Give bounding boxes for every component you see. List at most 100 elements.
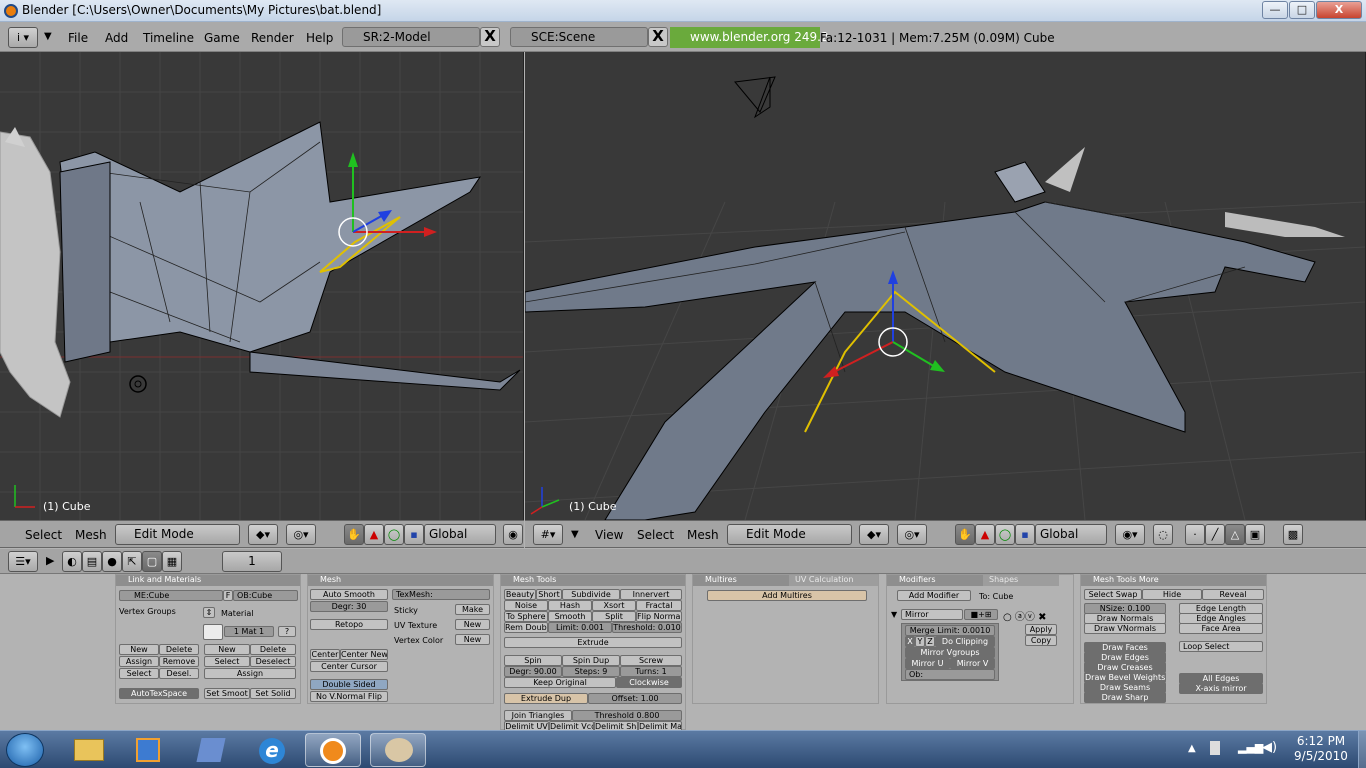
object-datablock-field[interactable]: OB:Cube	[233, 590, 298, 601]
right-translate-icon[interactable]: ▲	[975, 524, 995, 545]
material-slot-field[interactable]: 1 Mat 1	[224, 626, 274, 637]
fake-user-button[interactable]: F	[223, 590, 233, 601]
left-menu-select[interactable]: Select	[25, 528, 62, 542]
vgroup-remove-button[interactable]: Remove	[159, 656, 199, 667]
threshold-field[interactable]: Threshold: 0.010	[612, 622, 682, 633]
offset-field[interactable]: Offset: 1.00	[588, 693, 682, 704]
keep-original-toggle[interactable]: Keep Original	[504, 677, 616, 688]
vertex-color-new-button[interactable]: New	[455, 634, 490, 645]
draw-sharp-toggle[interactable]: Draw Sharp	[1084, 692, 1166, 703]
vertex-select-icon[interactable]: ·	[1185, 524, 1205, 545]
hash-button[interactable]: Hash	[548, 600, 592, 611]
blender-version-link[interactable]: www.blender.org 249.2	[670, 27, 829, 48]
mirror-object-field[interactable]: Ob:	[905, 669, 995, 680]
xaxis-mirror-toggle[interactable]: X-axis mirror	[1179, 683, 1263, 694]
set-smooth-button[interactable]: Set Smoot	[204, 688, 250, 699]
menu-timeline[interactable]: Timeline	[143, 31, 194, 45]
collapse-triangle-icon[interactable]: ▼	[44, 31, 52, 42]
subdivide-button[interactable]: Subdivide	[562, 589, 620, 600]
left-scale-icon[interactable]: ▪	[404, 524, 424, 545]
autotexspace-toggle[interactable]: AutoTexSpace	[119, 688, 199, 699]
add-multires-button[interactable]: Add Multires	[707, 590, 867, 601]
left-manipulator-hand-icon[interactable]: ✋	[344, 524, 364, 545]
tab-uv-calculation[interactable]: UV Calculation	[789, 575, 878, 586]
extrude-button[interactable]: Extrude	[504, 637, 682, 648]
material-delete-button[interactable]: Delete	[250, 644, 296, 655]
paint-app-taskbar-icon[interactable]	[183, 733, 239, 767]
menu-file[interactable]: File	[68, 31, 88, 45]
left-proportional-icon[interactable]: ◉	[503, 524, 523, 545]
material-browse-button[interactable]: ⇕	[203, 607, 215, 618]
tab-shapes[interactable]: Shapes	[983, 575, 1059, 586]
material-assign-button[interactable]: Assign	[204, 668, 296, 679]
right-mode-dropdown[interactable]: Edit Mode	[727, 524, 852, 545]
vgroup-new-button[interactable]: New	[119, 644, 159, 655]
spin-steps-field[interactable]: Steps: 9	[562, 666, 620, 677]
edge-select-icon[interactable]: ╱	[1205, 524, 1225, 545]
beauty-toggle[interactable]: Beauty	[504, 589, 536, 600]
left-pivot-icon[interactable]: ◎▾	[286, 524, 316, 545]
right-pivot-icon[interactable]: ◎▾	[897, 524, 927, 545]
draw-vnormals-toggle[interactable]: Draw VNormals	[1084, 623, 1166, 634]
right-draw-type-icon[interactable]: ◆▾	[859, 524, 889, 545]
maximize-button[interactable]: □	[1289, 1, 1315, 19]
left-orientation-dropdown[interactable]: Global	[424, 524, 496, 545]
right-menu-select[interactable]: Select	[637, 528, 674, 542]
mirror-v-toggle[interactable]: Mirror V	[950, 658, 995, 669]
right-menu-view[interactable]: View	[595, 528, 623, 542]
right-scale-icon[interactable]: ▪	[1015, 524, 1035, 545]
object-context-icon[interactable]: ⇱	[122, 551, 142, 572]
window-type-buttons-icon[interactable]: ☰▾	[8, 551, 38, 572]
menu-render[interactable]: Render	[251, 31, 294, 45]
menu-add[interactable]: Add	[105, 31, 128, 45]
device-tray-icon[interactable]	[1210, 741, 1220, 755]
viewport-left[interactable]: (1) Cube	[0, 52, 524, 520]
screen-select-field[interactable]: SR:2-Model	[342, 27, 480, 47]
auto-smooth-degr-field[interactable]: Degr: 30	[310, 601, 388, 612]
window-type-3dview-icon[interactable]: #▾	[533, 524, 563, 545]
hide-button[interactable]: Hide	[1142, 589, 1202, 600]
right-proportional-icon[interactable]: ◉▾	[1115, 524, 1145, 545]
limit-visible-icon[interactable]: ▣	[1245, 524, 1265, 545]
limit-field[interactable]: Limit: 0.001	[548, 622, 612, 633]
face-area-toggle[interactable]: Face Area	[1179, 623, 1263, 634]
render-preview-icon[interactable]: ▩	[1283, 524, 1303, 545]
extrude-dup-button[interactable]: Extrude Dup	[504, 693, 588, 704]
copy-modifier-button[interactable]: Copy	[1025, 635, 1057, 646]
auto-smooth-toggle[interactable]: Auto Smooth	[310, 589, 388, 600]
center-cursor-button[interactable]: Center Cursor	[310, 661, 388, 672]
smooth-button[interactable]: Smooth	[548, 611, 592, 622]
material-select-button[interactable]: Select	[204, 656, 250, 667]
mirror-name-field[interactable]: Mirror	[901, 609, 963, 620]
loop-select-dropdown[interactable]: Loop Select	[1179, 641, 1263, 652]
add-modifier-button[interactable]: Add Modifier	[897, 590, 971, 601]
material-help-button[interactable]: ?	[278, 626, 296, 637]
left-mode-dropdown[interactable]: Edit Mode	[115, 524, 240, 545]
material-new-button[interactable]: New	[204, 644, 250, 655]
logic-context-icon[interactable]: ◐	[62, 551, 82, 572]
menu-game[interactable]: Game	[204, 31, 240, 45]
do-clipping-toggle[interactable]: Do Clipping	[935, 636, 995, 647]
mirror-collapse-icon[interactable]: ▼	[891, 610, 897, 619]
spin-degr-field[interactable]: Degr: 90.00	[504, 666, 562, 677]
uv-texture-new-button[interactable]: New	[455, 619, 490, 630]
expand-triangle-icon[interactable]: ▶	[46, 554, 54, 567]
mirror-visibility-toggles[interactable]: ■+⊞	[964, 609, 998, 620]
menu-help[interactable]: Help	[306, 31, 333, 45]
right-menu-mesh[interactable]: Mesh	[687, 528, 719, 542]
left-translate-icon[interactable]: ▲	[364, 524, 384, 545]
fractal-button[interactable]: Fractal	[636, 600, 682, 611]
no-vnormal-flip-toggle[interactable]: No V.Normal Flip	[310, 691, 388, 702]
media-player-taskbar-icon[interactable]	[120, 733, 176, 767]
split-button[interactable]: Split	[592, 611, 636, 622]
select-swap-button[interactable]: Select Swap	[1084, 589, 1142, 600]
network-signal-icon[interactable]: ▂▄▆	[1238, 741, 1263, 754]
texmesh-field[interactable]: TexMesh:	[392, 589, 490, 600]
sticky-make-button[interactable]: Make	[455, 604, 490, 615]
right-rotate-icon[interactable]: ◯	[995, 524, 1015, 545]
vgroup-assign-button[interactable]: Assign	[119, 656, 159, 667]
to-sphere-button[interactable]: To Sphere	[504, 611, 548, 622]
scene-context-icon[interactable]: ▦	[162, 551, 182, 572]
viewport-right[interactable]: (1) Cube	[525, 52, 1366, 520]
blender-taskbar-icon[interactable]	[305, 733, 361, 767]
